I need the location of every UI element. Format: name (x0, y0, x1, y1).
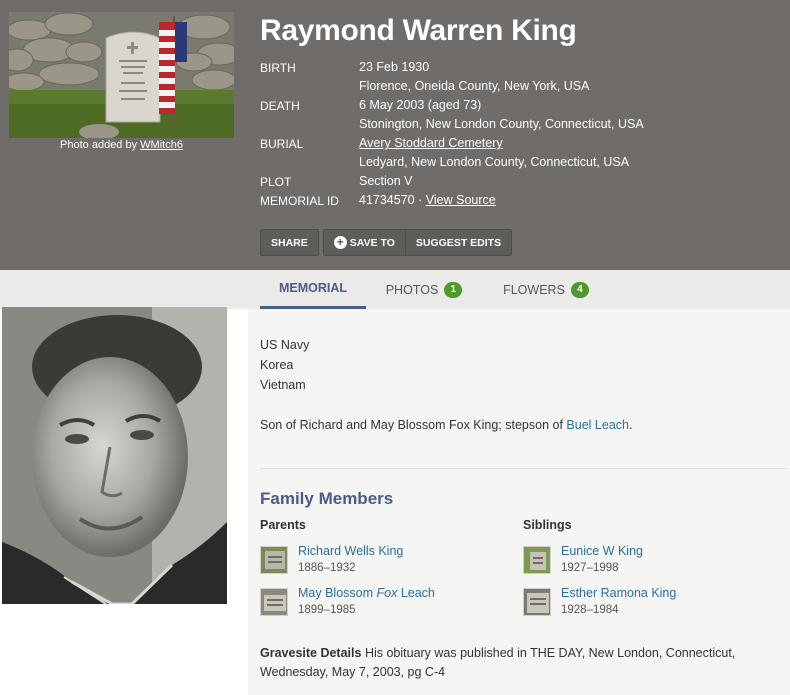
bio-parentage: Son of Richard and May Blossom Fox King;… (260, 418, 632, 432)
tab-flowers-label: FLOWERS (503, 282, 565, 297)
family-member-name[interactable]: May Blossom Fox Leach (298, 586, 435, 600)
page-title: Raymond Warren King (260, 14, 577, 47)
plot-label: PLOT (260, 175, 292, 189)
memorial-header: Photo added by WMitch6 Raymond Warren Ki… (0, 0, 790, 270)
suggest-edits-label: SUGGEST EDITS (415, 236, 502, 249)
bio-line-korea: Korea (260, 358, 294, 372)
family-member-name[interactable]: Eunice W King (561, 544, 643, 558)
photo-contributor-link[interactable]: WMitch6 (140, 139, 183, 151)
birth-date: 23 Feb 1930 (359, 60, 430, 74)
burial-place: Ledyard, New London County, Connecticut,… (359, 155, 630, 169)
headstone-thumbnail (523, 546, 551, 574)
death-label: DEATH (260, 99, 300, 113)
family-member-name[interactable]: Esther Ramona King (561, 586, 676, 600)
memorial-id-separator: · (418, 193, 423, 207)
tab-bar: MEMORIAL PHOTOS 1 FLOWERS 4 (0, 270, 790, 309)
birth-label: BIRTH (260, 61, 296, 75)
gravestone-photo[interactable] (9, 12, 234, 138)
action-bar: SHARE + SAVE TO SUGGEST EDITS (260, 229, 513, 256)
family-member-dates: 1928–1984 (561, 604, 619, 616)
tab-memorial-label: MEMORIAL (278, 281, 348, 295)
tab-memorial[interactable]: MEMORIAL (260, 270, 366, 309)
view-source-link[interactable]: View Source (426, 193, 496, 207)
family-member-dates: 1886–1932 (298, 562, 356, 574)
flowers-count-badge: 4 (570, 281, 589, 298)
gravesite-details-label: Gravesite Details (260, 646, 362, 660)
memorial-id-value: 41734570 (359, 193, 415, 207)
burial-label: BURIAL (260, 137, 304, 151)
family-members-heading: Family Members (260, 489, 394, 508)
section-divider (260, 468, 786, 469)
headstone-thumbnail (260, 588, 288, 616)
death-date: 6 May 2003 (aged 73) (359, 98, 482, 112)
suggest-edits-button[interactable]: SUGGEST EDITS (405, 229, 513, 256)
burial-cemetery-link[interactable]: Avery Stoddard Cemetery (359, 136, 503, 150)
share-button-label: SHARE (271, 236, 308, 249)
death-place: Stonington, New London County, Connectic… (359, 117, 644, 131)
parents-heading: Parents (260, 518, 306, 532)
birth-place: Florence, Oneida County, New York, USA (359, 79, 590, 93)
stepparent-link[interactable]: Buel Leach (566, 418, 629, 432)
tab-photos-label: PHOTOS (385, 282, 439, 297)
tab-photos[interactable]: PHOTOS 1 (378, 270, 470, 309)
family-member-name[interactable]: Richard Wells King (298, 544, 403, 558)
photos-count-badge: 1 (444, 281, 463, 298)
plot-value: Section V (359, 174, 413, 188)
bio-parentage-end: . (628, 418, 633, 432)
save-to-button[interactable]: + SAVE TO (322, 229, 406, 256)
bio-line-vietnam: Vietnam (260, 378, 306, 392)
photo-credit-prefix: Photo added by (60, 139, 138, 151)
bio-parentage-text: Son of Richard and May Blossom Fox King;… (260, 418, 563, 432)
portrait-photo[interactable] (2, 307, 227, 604)
family-member-dates: 1927–1998 (561, 562, 619, 574)
photo-credit: Photo added by WMitch6 (9, 139, 234, 151)
memorial-id-label: MEMORIAL ID (260, 194, 339, 208)
gravesite-details: Gravesite Details His obituary was publi… (260, 644, 760, 682)
memorial-id: 41734570 · View Source (359, 193, 496, 207)
headstone-thumbnail (260, 546, 288, 574)
siblings-heading: Siblings (523, 518, 572, 532)
plus-circle-icon: + (333, 236, 347, 249)
tab-flowers[interactable]: FLOWERS 4 (495, 270, 597, 309)
bio-line-service: US Navy (260, 338, 310, 352)
headstone-thumbnail (523, 588, 551, 616)
save-to-label: SAVE TO (349, 236, 395, 249)
share-button[interactable]: SHARE (260, 229, 319, 256)
family-member-dates: 1899–1985 (298, 604, 356, 616)
